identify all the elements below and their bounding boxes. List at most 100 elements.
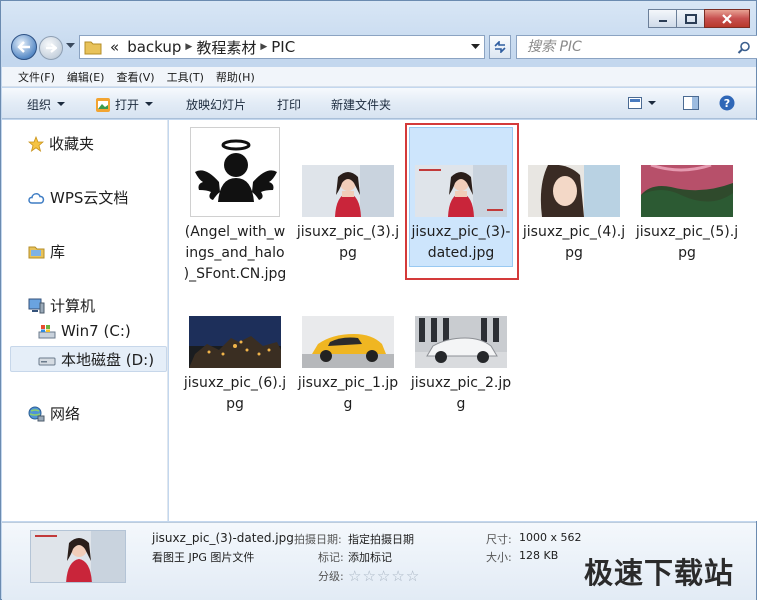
rating-stars[interactable]: ☆ ☆ ☆ ☆ ☆ <box>348 567 420 585</box>
menu-help[interactable]: 帮助(H) <box>216 69 255 85</box>
angel-icon <box>190 127 280 217</box>
address-overflow[interactable]: « <box>106 38 123 56</box>
search-box[interactable] <box>516 35 757 59</box>
detail-tags-value[interactable]: 添加标记 <box>348 549 392 565</box>
nav-wps-cloud[interactable]: WPS云文档 <box>28 187 128 208</box>
nav-libraries-label: 库 <box>50 243 66 261</box>
star-icon[interactable]: ☆ <box>362 567 375 585</box>
file-item[interactable]: jisuxz_pic_(6).jpg <box>181 316 289 415</box>
file-item[interactable]: jisuxz_pic_(5).jpg <box>633 127 741 264</box>
help-button[interactable]: ? <box>719 95 735 111</box>
search-input[interactable] <box>527 39 727 55</box>
print-button[interactable]: 打印 <box>277 96 301 113</box>
nav-computer-label: 计算机 <box>50 297 96 315</box>
detail-filename: jisuxz_pic_(3)-dated.jpg <box>152 531 294 545</box>
cloud-icon <box>28 191 45 205</box>
close-icon <box>722 13 732 24</box>
refresh-icon <box>494 41 506 53</box>
woman-closeup-photo <box>528 164 620 217</box>
caption-buttons <box>648 9 750 28</box>
nav-network[interactable]: 网络 <box>28 403 80 424</box>
help-icon: ? <box>719 95 735 111</box>
nav-drive-d-label: 本地磁盘 (D:) <box>61 351 155 369</box>
star-icon[interactable]: ☆ <box>377 567 390 585</box>
library-icon <box>28 244 45 259</box>
back-arrow-icon <box>17 41 30 53</box>
minimize-button[interactable] <box>648 9 677 28</box>
file-name: jisuxz_pic_(3).jpg <box>296 224 400 261</box>
detail-rating-label: 分级: <box>318 570 344 583</box>
woman-portrait-photo <box>302 165 394 217</box>
detail-tags-label: 标记: <box>318 551 344 564</box>
command-bar: 组织 打开 放映幻灯片 打印 新建文件夹 ? <box>2 88 756 119</box>
menu-file[interactable]: 文件(F) <box>18 69 55 85</box>
file-item[interactable]: jisuxz_pic_(4).jpg <box>520 127 628 264</box>
recent-pages-dropdown-icon[interactable] <box>66 43 75 49</box>
detail-date-value[interactable]: 指定拍摄日期 <box>348 531 414 547</box>
svg-text:?: ? <box>724 97 730 110</box>
computer-icon <box>28 298 45 314</box>
file-item[interactable]: (Angel_with_wings_and_halo)_SFont.CN.jpg <box>181 127 289 285</box>
network-icon <box>28 406 45 422</box>
star-icon[interactable]: ☆ <box>348 567 361 585</box>
file-name: jisuxz_pic_2.jpg <box>410 375 512 412</box>
chevron-down-icon <box>57 102 66 106</box>
file-item[interactable]: jisuxz_pic_1.jpg <box>294 316 402 415</box>
nav-computer[interactable]: 计算机 <box>28 295 95 316</box>
nav-network-label: 网络 <box>50 405 81 423</box>
navigation-row: « backup ▶ 教程素材 ▶ PIC <box>11 34 757 60</box>
windows-drive-icon <box>38 323 56 339</box>
menu-edit[interactable]: 编辑(E) <box>67 69 105 85</box>
open-label: 打开 <box>115 98 140 112</box>
file-name: jisuxz_pic_(6).jpg <box>183 375 287 412</box>
preview-pane-button[interactable] <box>683 96 699 110</box>
folder-icon <box>84 41 102 55</box>
menu-view[interactable]: 查看(V) <box>116 69 154 85</box>
chevron-down-icon <box>145 102 154 106</box>
slideshow-button[interactable]: 放映幻灯片 <box>186 96 246 113</box>
close-button[interactable] <box>704 9 750 28</box>
organize-label: 组织 <box>27 98 52 112</box>
search-icon[interactable] <box>737 41 751 55</box>
file-name: jisuxz_pic_(4).jpg <box>522 224 626 261</box>
star-icon[interactable]: ☆ <box>391 567 404 585</box>
nav-favorites-label: 收藏夹 <box>49 135 95 153</box>
maximize-button[interactable] <box>676 9 705 28</box>
nav-drive-d[interactable]: 本地磁盘 (D:) <box>38 349 154 370</box>
file-item[interactable]: jisuxz_pic_2.jpg <box>407 316 515 415</box>
back-button[interactable] <box>11 34 37 60</box>
address-dropdown-icon[interactable] <box>471 44 480 50</box>
detail-dimensions-label: 尺寸: <box>486 533 512 546</box>
nav-drive-c[interactable]: Win7 (C:) <box>38 322 131 340</box>
file-item[interactable]: jisuxz_pic_(3).jpg <box>294 127 402 264</box>
menu-tools[interactable]: 工具(T) <box>167 69 204 85</box>
content-edge <box>749 120 757 521</box>
breadcrumb-pic[interactable]: PIC <box>267 38 299 56</box>
organize-button[interactable]: 组织 <box>27 96 66 113</box>
breadcrumb-tutorial-materials[interactable]: 教程素材 <box>192 37 260 58</box>
address-bar[interactable]: « backup ▶ 教程素材 ▶ PIC <box>79 35 485 59</box>
castle-night-photo <box>189 316 281 368</box>
refresh-button[interactable] <box>489 35 511 59</box>
maximize-icon <box>684 13 697 24</box>
detail-size-label: 大小: <box>486 551 512 564</box>
open-button[interactable]: 打开 <box>95 96 154 113</box>
breadcrumb-separator-icon[interactable]: ▶ <box>260 42 267 52</box>
selected-file-preview <box>30 530 126 583</box>
nav-libraries[interactable]: 库 <box>28 241 65 262</box>
chevron-down-icon <box>648 100 656 105</box>
change-view-button[interactable] <box>628 97 656 109</box>
nav-favorites[interactable]: 收藏夹 <box>28 133 94 154</box>
forward-button[interactable] <box>39 36 63 60</box>
breadcrumb-separator-icon[interactable]: ▶ <box>185 42 192 52</box>
navigation-pane: 收藏夹 WPS云文档 库 计算机 Win7 (C:) 本地磁盘 (D:) 网络 <box>2 120 168 521</box>
new-folder-button[interactable]: 新建文件夹 <box>331 96 391 113</box>
white-car-photo <box>415 316 507 368</box>
preview-pane-icon <box>683 96 699 110</box>
breadcrumb-backup[interactable]: backup <box>123 38 185 56</box>
nav-drive-c-label: Win7 (C:) <box>61 322 131 340</box>
highlight-frame <box>405 123 519 280</box>
aerial-landscape-photo <box>641 163 733 217</box>
minimize-icon <box>658 19 667 22</box>
star-icon[interactable]: ☆ <box>406 567 419 585</box>
